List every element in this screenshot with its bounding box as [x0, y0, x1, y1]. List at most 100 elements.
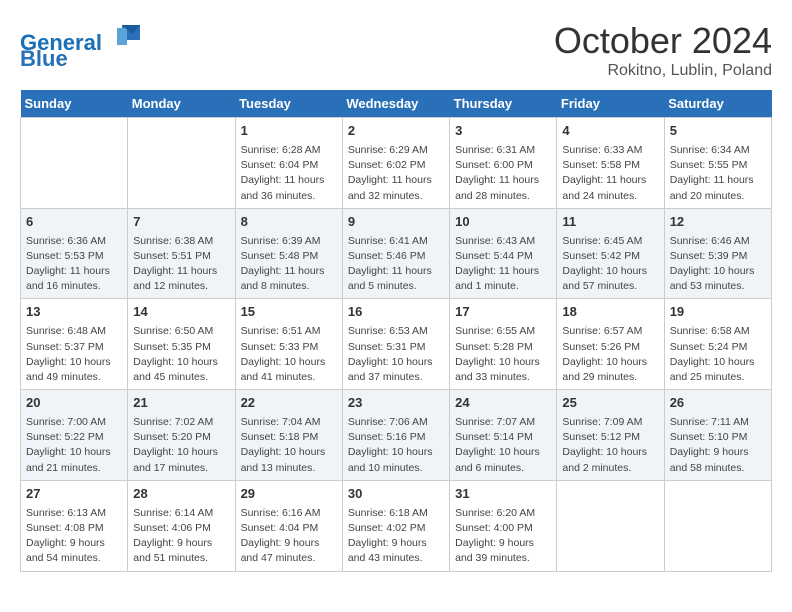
week-row-3: 13Sunrise: 6:48 AM Sunset: 5:37 PM Dayli…: [21, 299, 772, 390]
day-number: 18: [562, 303, 658, 322]
day-number: 19: [670, 303, 766, 322]
day-number: 7: [133, 213, 229, 232]
calendar-cell: 24 Sunrise: 7:07 AM Sunset: 5:14 PM Dayli…: [450, 390, 557, 481]
day-number: 2: [348, 122, 444, 141]
day-number: 25: [562, 394, 658, 413]
calendar-cell: [664, 480, 771, 571]
cell-content: Sunrise: 6:41 AM Sunset: 5:46 PM Dayligh…: [348, 234, 444, 295]
calendar-cell: 11 Sunrise: 6:45 AM Sunset: 5:42 PM Dayli…: [557, 208, 664, 299]
cell-content: Sunrise: 6:43 AM Sunset: 5:44 PM Dayligh…: [455, 234, 551, 295]
day-number: 23: [348, 394, 444, 413]
day-number: 11: [562, 213, 658, 232]
cell-content: Sunrise: 7:09 AM Sunset: 5:12 PM Dayligh…: [562, 415, 658, 476]
week-row-1: 1 Sunrise: 6:28 AM Sunset: 6:04 PM Daylig…: [21, 118, 772, 209]
cell-content: Sunrise: 7:04 AM Sunset: 5:18 PM Dayligh…: [241, 415, 337, 476]
week-row-5: 27 Sunrise: 6:13 AM Sunset: 4:08 PM Dayli…: [21, 480, 772, 571]
cell-content: Sunrise: 7:11 AM Sunset: 5:10 PM Dayligh…: [670, 415, 766, 476]
day-number: 3: [455, 122, 551, 141]
cell-content: Sunrise: 6:34 AM Sunset: 5:55 PM Dayligh…: [670, 143, 766, 204]
calendar-cell: 2 Sunrise: 6:29 AM Sunset: 6:02 PM Daylig…: [342, 118, 449, 209]
day-number: 26: [670, 394, 766, 413]
calendar-cell: 15 Sunrise: 6:51 AM Sunset: 5:33 PM Dayli…: [235, 299, 342, 390]
cell-content: Sunrise: 6:13 AM Sunset: 4:08 PM Dayligh…: [26, 506, 122, 567]
calendar-cell: 4 Sunrise: 6:33 AM Sunset: 5:58 PM Daylig…: [557, 118, 664, 209]
day-header-wednesday: Wednesday: [342, 90, 449, 118]
calendar-cell: 9 Sunrise: 6:41 AM Sunset: 5:46 PM Daylig…: [342, 208, 449, 299]
day-number: 4: [562, 122, 658, 141]
calendar-cell: [557, 480, 664, 571]
calendar-cell: 22 Sunrise: 7:04 AM Sunset: 5:18 PM Dayli…: [235, 390, 342, 481]
calendar-cell: 6Sunrise: 6:36 AM Sunset: 5:53 PM Daylig…: [21, 208, 128, 299]
cell-content: Sunrise: 6:18 AM Sunset: 4:02 PM Dayligh…: [348, 506, 444, 567]
cell-content: Sunrise: 6:31 AM Sunset: 6:00 PM Dayligh…: [455, 143, 551, 204]
location: Rokitno, Lublin, Poland: [554, 62, 772, 80]
calendar-cell: 3 Sunrise: 6:31 AM Sunset: 6:00 PM Daylig…: [450, 118, 557, 209]
week-row-2: 6Sunrise: 6:36 AM Sunset: 5:53 PM Daylig…: [21, 208, 772, 299]
day-header-saturday: Saturday: [664, 90, 771, 118]
calendar-cell: 14Sunrise: 6:50 AM Sunset: 5:35 PM Dayli…: [128, 299, 235, 390]
calendar-cell: 17Sunrise: 6:55 AM Sunset: 5:28 PM Dayli…: [450, 299, 557, 390]
calendar-cell: 13Sunrise: 6:48 AM Sunset: 5:37 PM Dayli…: [21, 299, 128, 390]
week-row-4: 20 Sunrise: 7:00 AM Sunset: 5:22 PM Dayli…: [21, 390, 772, 481]
header-row: SundayMondayTuesdayWednesdayThursdayFrid…: [21, 90, 772, 118]
day-number: 8: [241, 213, 337, 232]
cell-content: Sunrise: 6:57 AM Sunset: 5:26 PM Dayligh…: [562, 324, 658, 385]
day-header-tuesday: Tuesday: [235, 90, 342, 118]
calendar-cell: 5 Sunrise: 6:34 AM Sunset: 5:55 PM Daylig…: [664, 118, 771, 209]
calendar-cell: [21, 118, 128, 209]
day-header-friday: Friday: [557, 90, 664, 118]
calendar-cell: 29 Sunrise: 6:16 AM Sunset: 4:04 PM Dayli…: [235, 480, 342, 571]
day-number: 6: [26, 213, 122, 232]
cell-content: Sunrise: 7:07 AM Sunset: 5:14 PM Dayligh…: [455, 415, 551, 476]
cell-content: Sunrise: 6:29 AM Sunset: 6:02 PM Dayligh…: [348, 143, 444, 204]
cell-content: Sunrise: 6:55 AM Sunset: 5:28 PM Dayligh…: [455, 324, 551, 385]
calendar-cell: 31 Sunrise: 6:20 AM Sunset: 4:00 PM Dayli…: [450, 480, 557, 571]
logo-icon: [112, 20, 142, 50]
day-number: 22: [241, 394, 337, 413]
day-header-thursday: Thursday: [450, 90, 557, 118]
cell-content: Sunrise: 6:58 AM Sunset: 5:24 PM Dayligh…: [670, 324, 766, 385]
day-number: 12: [670, 213, 766, 232]
day-number: 1: [241, 122, 337, 141]
day-number: 14: [133, 303, 229, 322]
cell-content: Sunrise: 6:46 AM Sunset: 5:39 PM Dayligh…: [670, 234, 766, 295]
cell-content: Sunrise: 6:16 AM Sunset: 4:04 PM Dayligh…: [241, 506, 337, 567]
calendar-table: SundayMondayTuesdayWednesdayThursdayFrid…: [20, 90, 772, 572]
cell-content: Sunrise: 6:20 AM Sunset: 4:00 PM Dayligh…: [455, 506, 551, 567]
day-number: 5: [670, 122, 766, 141]
calendar-cell: [128, 118, 235, 209]
calendar-cell: 1 Sunrise: 6:28 AM Sunset: 6:04 PM Daylig…: [235, 118, 342, 209]
day-number: 27: [26, 485, 122, 504]
day-number: 31: [455, 485, 551, 504]
day-number: 28: [133, 485, 229, 504]
day-number: 24: [455, 394, 551, 413]
calendar-cell: 18 Sunrise: 6:57 AM Sunset: 5:26 PM Dayli…: [557, 299, 664, 390]
calendar-cell: 23 Sunrise: 7:06 AM Sunset: 5:16 PM Dayli…: [342, 390, 449, 481]
calendar-cell: 30Sunrise: 6:18 AM Sunset: 4:02 PM Dayli…: [342, 480, 449, 571]
cell-content: Sunrise: 6:53 AM Sunset: 5:31 PM Dayligh…: [348, 324, 444, 385]
day-number: 10: [455, 213, 551, 232]
cell-content: Sunrise: 6:33 AM Sunset: 5:58 PM Dayligh…: [562, 143, 658, 204]
calendar-cell: 12 Sunrise: 6:46 AM Sunset: 5:39 PM Dayli…: [664, 208, 771, 299]
cell-content: Sunrise: 6:39 AM Sunset: 5:48 PM Dayligh…: [241, 234, 337, 295]
cell-content: Sunrise: 6:28 AM Sunset: 6:04 PM Dayligh…: [241, 143, 337, 204]
calendar-cell: 20 Sunrise: 7:00 AM Sunset: 5:22 PM Dayli…: [21, 390, 128, 481]
cell-content: Sunrise: 6:38 AM Sunset: 5:51 PM Dayligh…: [133, 234, 229, 295]
cell-content: Sunrise: 6:51 AM Sunset: 5:33 PM Dayligh…: [241, 324, 337, 385]
cell-content: Sunrise: 7:00 AM Sunset: 5:22 PM Dayligh…: [26, 415, 122, 476]
calendar-cell: 25 Sunrise: 7:09 AM Sunset: 5:12 PM Dayli…: [557, 390, 664, 481]
day-number: 15: [241, 303, 337, 322]
day-number: 29: [241, 485, 337, 504]
day-number: 20: [26, 394, 122, 413]
calendar-cell: 19 Sunrise: 6:58 AM Sunset: 5:24 PM Dayli…: [664, 299, 771, 390]
calendar-cell: 16 Sunrise: 6:53 AM Sunset: 5:31 PM Dayli…: [342, 299, 449, 390]
title-block: October 2024 Rokitno, Lublin, Poland: [554, 20, 772, 80]
cell-content: Sunrise: 7:06 AM Sunset: 5:16 PM Dayligh…: [348, 415, 444, 476]
calendar-cell: 7 Sunrise: 6:38 AM Sunset: 5:51 PM Daylig…: [128, 208, 235, 299]
logo: General Blue: [20, 20, 142, 71]
day-header-sunday: Sunday: [21, 90, 128, 118]
day-number: 9: [348, 213, 444, 232]
day-number: 16: [348, 303, 444, 322]
month-title: October 2024: [554, 20, 772, 62]
cell-content: Sunrise: 6:45 AM Sunset: 5:42 PM Dayligh…: [562, 234, 658, 295]
